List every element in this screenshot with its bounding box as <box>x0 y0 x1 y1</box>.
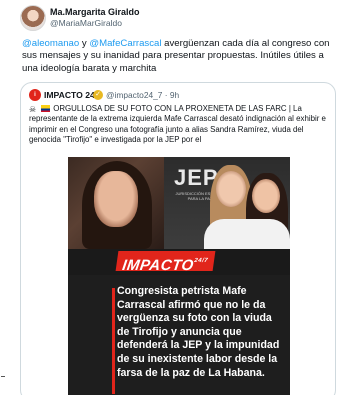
quoted-tweet-body: ORGULLOSA DE SU FOTO CON LA PROXENETA DE… <box>29 104 326 145</box>
person-shirt <box>204 219 290 249</box>
tweet-text-connector: y <box>79 38 90 49</box>
quoted-author-handle: @impacto24_7 · 9h <box>106 90 180 100</box>
edge-marker <box>1 376 5 377</box>
portrait-face <box>94 171 138 227</box>
photo-right-group: JEP JURISDICCIÓN ESPECIAL PARA LA PAZ <box>164 157 290 253</box>
image-caption: Congresista petrista Mafe Carrascal afir… <box>117 285 280 379</box>
quoted-tweet-text: ☠ ORGULLOSA DE SU FOTO CON LA PROXENETA … <box>29 104 329 146</box>
colombia-flag-icon <box>41 105 50 112</box>
mention-link[interactable]: @aleomanao <box>22 38 79 49</box>
skull-emoji-icon: ☠ <box>29 105 37 114</box>
quoted-tweet[interactable]: i IMPACTO 24/7 ✓ @impacto24_7 · 9h ☠ ORG… <box>20 82 336 395</box>
mention-link[interactable]: @MafeCarrascal <box>89 38 161 49</box>
tweet-card[interactable]: Ma.Margarita Giraldo @MariaMarGiraldo @a… <box>0 0 350 395</box>
brand-text: IMPACTO <box>121 257 195 274</box>
tweet-text: @aleomanao y @MafeCarrascal avergüenzan … <box>22 38 340 75</box>
author-name[interactable]: Ma.Margarita Giraldo <box>50 7 140 18</box>
person-face <box>216 171 246 207</box>
news-photo: JEP JURISDICCIÓN ESPECIAL PARA LA PAZ <box>68 157 290 253</box>
avatar[interactable] <box>20 5 46 31</box>
impacto-brand-logo: IMPACTO24/7 <box>115 251 216 274</box>
brand-sup: 24/7 <box>193 258 209 264</box>
quoted-tweet-image[interactable]: JEP JURISDICCIÓN ESPECIAL PARA LA PAZ IM… <box>68 157 290 395</box>
verified-badge-icon: ✓ <box>93 90 103 100</box>
photo-left-portrait <box>68 157 164 249</box>
person-face <box>252 179 280 213</box>
accent-bar <box>112 288 115 394</box>
impacto-logo-icon: i <box>29 89 41 101</box>
author-info: Ma.Margarita Giraldo @MariaMarGiraldo <box>50 7 140 29</box>
author-handle[interactable]: @MariaMarGiraldo <box>50 18 140 29</box>
